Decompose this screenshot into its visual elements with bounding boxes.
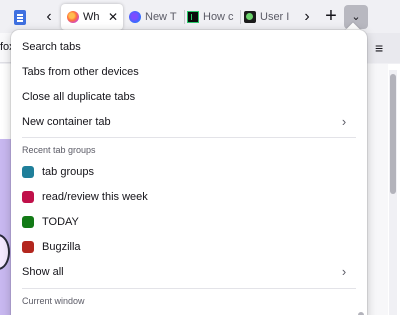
tab-groups-icon <box>14 10 26 25</box>
tabs-from-other-devices-item[interactable]: Tabs from other devices <box>22 61 352 83</box>
tab-active[interactable]: Wh ✕ <box>61 4 123 30</box>
tab-title: New T <box>145 11 177 23</box>
firefox-nightly-icon <box>129 11 141 23</box>
menu-icon[interactable]: ≡ <box>375 39 389 57</box>
bug-icon <box>244 11 256 23</box>
chevron-right-icon[interactable]: › <box>298 7 316 27</box>
tab[interactable]: New T <box>123 4 185 30</box>
recent-tab-groups-header: Recent tab groups <box>22 145 96 155</box>
tab-group-item[interactable]: TODAY <box>22 211 352 233</box>
chevron-right-icon: › <box>341 114 347 129</box>
current-window-header: Current window <box>22 296 85 306</box>
close-duplicate-tabs-item[interactable]: Close all duplicate tabs <box>22 86 352 108</box>
tab-strip: ‹ Wh ✕ New T How c User I › + ⌄ <box>0 0 400 33</box>
chevron-left-icon[interactable]: ‹ <box>40 7 58 27</box>
tab-group-color-swatch <box>22 166 34 178</box>
scrollbar-thumb[interactable] <box>390 74 396 194</box>
tab-group-label: tab groups <box>42 166 94 178</box>
close-icon[interactable]: ✕ <box>108 4 118 30</box>
tab-group-label: Bugzilla <box>42 241 81 253</box>
tab-group-color-swatch <box>22 191 34 203</box>
tab-group-item[interactable]: tab groups <box>22 161 352 183</box>
page-side-panel <box>366 64 388 315</box>
tab-title: User I <box>260 11 290 23</box>
new-tab-button[interactable]: + <box>320 6 342 28</box>
tab[interactable]: How c <box>181 4 243 30</box>
menu-separator <box>22 288 356 289</box>
tab-group-label: TODAY <box>42 216 79 228</box>
show-all-groups-item[interactable]: Show all › <box>22 261 352 283</box>
tab[interactable]: User I <box>238 4 300 30</box>
chevron-down-icon: ⌄ <box>351 11 361 23</box>
menu-item-label: Close all duplicate tabs <box>22 91 136 103</box>
tab-group-item[interactable]: read/review this week <box>22 186 352 208</box>
menu-item-label: Search tabs <box>22 41 81 53</box>
page-scrollbar[interactable] <box>389 70 397 315</box>
firefox-icon <box>67 11 79 23</box>
new-container-tab-item[interactable]: New container tab › <box>22 111 352 133</box>
tab-title: How c <box>203 11 234 23</box>
terminal-icon <box>187 11 199 23</box>
chevron-right-icon: › <box>341 264 347 279</box>
all-tabs-menu: Search tabs Tabs from other devices Clos… <box>11 30 367 315</box>
search-tabs-item[interactable]: Search tabs <box>22 36 352 58</box>
tab-title: Wh <box>83 11 100 23</box>
menu-item-label: Show all <box>22 266 64 278</box>
tab-group-item[interactable]: Bugzilla <box>22 236 352 258</box>
tab-group-label: read/review this week <box>42 191 148 203</box>
tab-group-color-swatch <box>22 241 34 253</box>
tab-group-color-swatch <box>22 216 34 228</box>
menu-item-label: New container tab <box>22 116 111 128</box>
menu-item-label: Tabs from other devices <box>22 66 139 78</box>
tab-groups-button[interactable] <box>8 6 32 30</box>
menu-separator <box>22 137 356 138</box>
